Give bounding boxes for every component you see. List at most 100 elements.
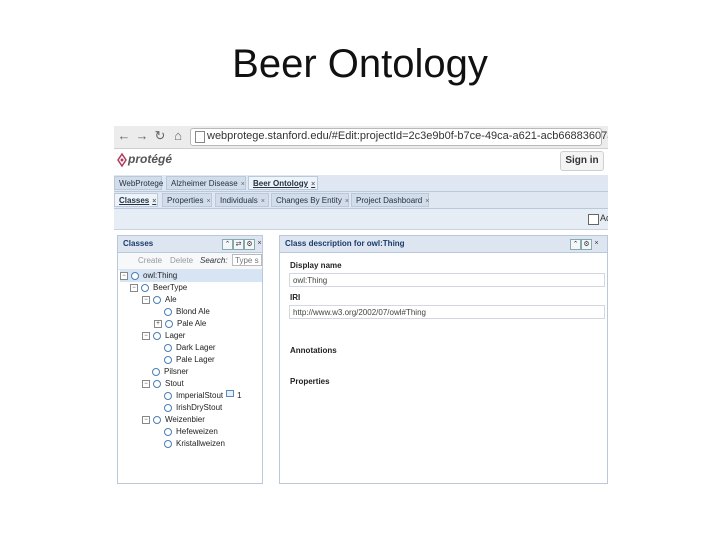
properties-label: Properties <box>290 377 330 386</box>
tree-node-stout[interactable]: − Stout <box>142 378 184 390</box>
class-icon <box>153 331 161 340</box>
class-icon <box>165 319 173 328</box>
tree-node-pilsner[interactable]: Pilsner <box>152 366 188 378</box>
class-icon <box>164 403 172 412</box>
collapse-toggle-icon[interactable]: − <box>142 331 150 340</box>
tab-alzheimer-disease[interactable]: Alzheimer Disease × <box>166 176 246 190</box>
class-tree: − owl:Thing − BeerType − Ale Blond Ale + Pal… <box>118 270 262 483</box>
class-icon <box>164 307 172 316</box>
webprotege-screenshot: ← → ↻ ⌂ webprotege.stanford.edu/#Edit:pr… <box>114 126 608 484</box>
display-name-label: Display name <box>290 261 342 270</box>
tree-node-owl-thing[interactable]: − owl:Thing <box>120 270 262 282</box>
add-portlet-label[interactable]: Ad <box>600 213 608 223</box>
tab-label: Classes <box>119 196 150 205</box>
panel-title: Class description for owl:Thing <box>285 239 405 248</box>
tree-node-pale-lager[interactable]: Pale Lager <box>164 354 215 366</box>
comment-count: 1 <box>237 391 242 400</box>
app-header: protégé Sign in <box>114 149 608 175</box>
tab-properties[interactable]: Properties × <box>162 193 212 207</box>
class-icon <box>131 271 139 280</box>
browser-toolbar: ← → ↻ ⌂ webprotege.stanford.edu/#Edit:pr… <box>114 126 608 149</box>
class-icon <box>153 379 161 388</box>
iri-label: IRI <box>290 293 301 302</box>
display-name-field[interactable]: owl:Thing <box>289 273 605 287</box>
collapse-toggle-icon[interactable]: − <box>142 295 150 304</box>
tree-node-label: ImperialStout <box>176 391 224 400</box>
tree-node-beertype[interactable]: − BeerType <box>130 282 187 294</box>
tree-node-label: Lager <box>165 331 186 340</box>
create-button[interactable]: Create <box>138 256 162 265</box>
class-description-panel: Class description for owl:Thing ⌃ ⚙ × Di… <box>279 235 608 484</box>
app-logo-text: protégé <box>128 152 173 166</box>
slide-title: Beer Ontology <box>232 42 488 86</box>
close-icon[interactable]: × <box>261 198 265 205</box>
class-icon <box>153 415 161 424</box>
tree-node-lager[interactable]: − Lager <box>142 330 185 342</box>
tree-node-hefeweizen[interactable]: Hefeweizen <box>164 426 218 438</box>
collapse-toggle-icon[interactable]: − <box>142 379 150 388</box>
add-portlet-icon[interactable] <box>588 214 599 225</box>
class-icon <box>164 343 172 352</box>
close-icon[interactable]: × <box>592 239 601 248</box>
close-icon[interactable]: × <box>425 198 429 205</box>
tab-label: Project Dashboard <box>356 196 423 205</box>
tab-webprotege[interactable]: WebProtege <box>114 176 164 190</box>
tree-node-weizenbier[interactable]: − Weizenbier <box>142 414 205 426</box>
tab-changes-by-entity[interactable]: Changes By Entity × <box>271 193 349 207</box>
sign-in-button[interactable]: Sign in <box>560 151 604 171</box>
back-arrow-icon[interactable]: ← <box>116 128 132 144</box>
reload-icon[interactable]: ↻ <box>152 128 168 144</box>
tree-node-ale[interactable]: − Ale <box>142 294 177 306</box>
iri-field[interactable]: http://www.w3.org/2002/07/owl#Thing <box>289 305 605 319</box>
close-icon[interactable]: × <box>206 198 210 205</box>
address-bar[interactable]: webprotege.stanford.edu/#Edit:projectId=… <box>190 128 608 146</box>
delete-button[interactable]: Delete <box>170 256 193 265</box>
refresh-icon[interactable]: ⇄ <box>233 239 244 250</box>
url-text: webprotege.stanford.edu/#Edit:projectId=… <box>207 130 608 142</box>
tab-individuals[interactable]: Individuals × <box>215 193 269 207</box>
close-icon[interactable]: × <box>241 181 245 188</box>
close-icon[interactable]: × <box>152 198 156 205</box>
tab-beer-ontology[interactable]: Beer Ontology × <box>248 176 318 190</box>
expand-toggle-icon[interactable]: + <box>154 319 162 328</box>
gear-icon[interactable]: ⚙ <box>244 239 255 250</box>
tab-project-dashboard[interactable]: Project Dashboard × <box>351 193 429 207</box>
tree-node-imperialstout[interactable]: ImperialStout 1 <box>164 390 242 402</box>
tab-label: Alzheimer Disease <box>171 179 238 188</box>
description-body: Display name owl:Thing IRI http://www.w3… <box>280 253 607 483</box>
close-icon[interactable]: × <box>255 239 264 248</box>
gear-icon[interactable]: ⚙ <box>581 239 592 250</box>
class-icon <box>141 283 149 292</box>
tab-label: WebProtege <box>119 179 164 188</box>
tab-label: Beer Ontology <box>253 179 309 188</box>
home-icon[interactable]: ⌂ <box>170 128 186 144</box>
tree-node-irishdrystout[interactable]: IrishDryStout <box>164 402 222 414</box>
tree-node-label: IrishDryStout <box>176 403 223 412</box>
tree-node-label: Weizenbier <box>165 415 205 424</box>
comment-icon[interactable] <box>226 390 235 397</box>
tree-node-blond-ale[interactable]: Blond Ale <box>164 306 210 318</box>
panel-title: Classes <box>123 239 154 248</box>
collapse-toggle-icon[interactable]: − <box>120 271 128 280</box>
collapse-icon[interactable]: ⌃ <box>570 239 581 250</box>
close-icon[interactable]: × <box>311 181 315 188</box>
forward-arrow-icon[interactable]: → <box>134 128 150 144</box>
class-icon <box>164 391 172 400</box>
tree-node-label: Kristallweizen <box>176 439 225 448</box>
tree-node-label: Pale Lager <box>176 355 215 364</box>
collapse-icon[interactable]: ⌃ <box>222 239 233 250</box>
page-icon <box>195 131 205 143</box>
annotations-label: Annotations <box>290 346 337 355</box>
tab-classes[interactable]: Classes × <box>114 193 158 207</box>
tree-node-label: Blond Ale <box>176 307 210 316</box>
collapse-toggle-icon[interactable]: − <box>142 415 150 424</box>
tree-node-kristallweizen[interactable]: Kristallweizen <box>164 438 225 450</box>
collapse-toggle-icon[interactable]: − <box>130 283 138 292</box>
class-icon <box>153 295 161 304</box>
search-input[interactable] <box>232 254 262 266</box>
tree-node-dark-lager[interactable]: Dark Lager <box>164 342 216 354</box>
project-tabs: WebProtege Alzheimer Disease × Beer Ontol… <box>114 175 608 192</box>
close-icon[interactable]: × <box>345 198 349 205</box>
portlet-toolbar: Ad <box>114 209 608 230</box>
tree-node-pale-ale[interactable]: + Pale Ale <box>154 318 206 330</box>
